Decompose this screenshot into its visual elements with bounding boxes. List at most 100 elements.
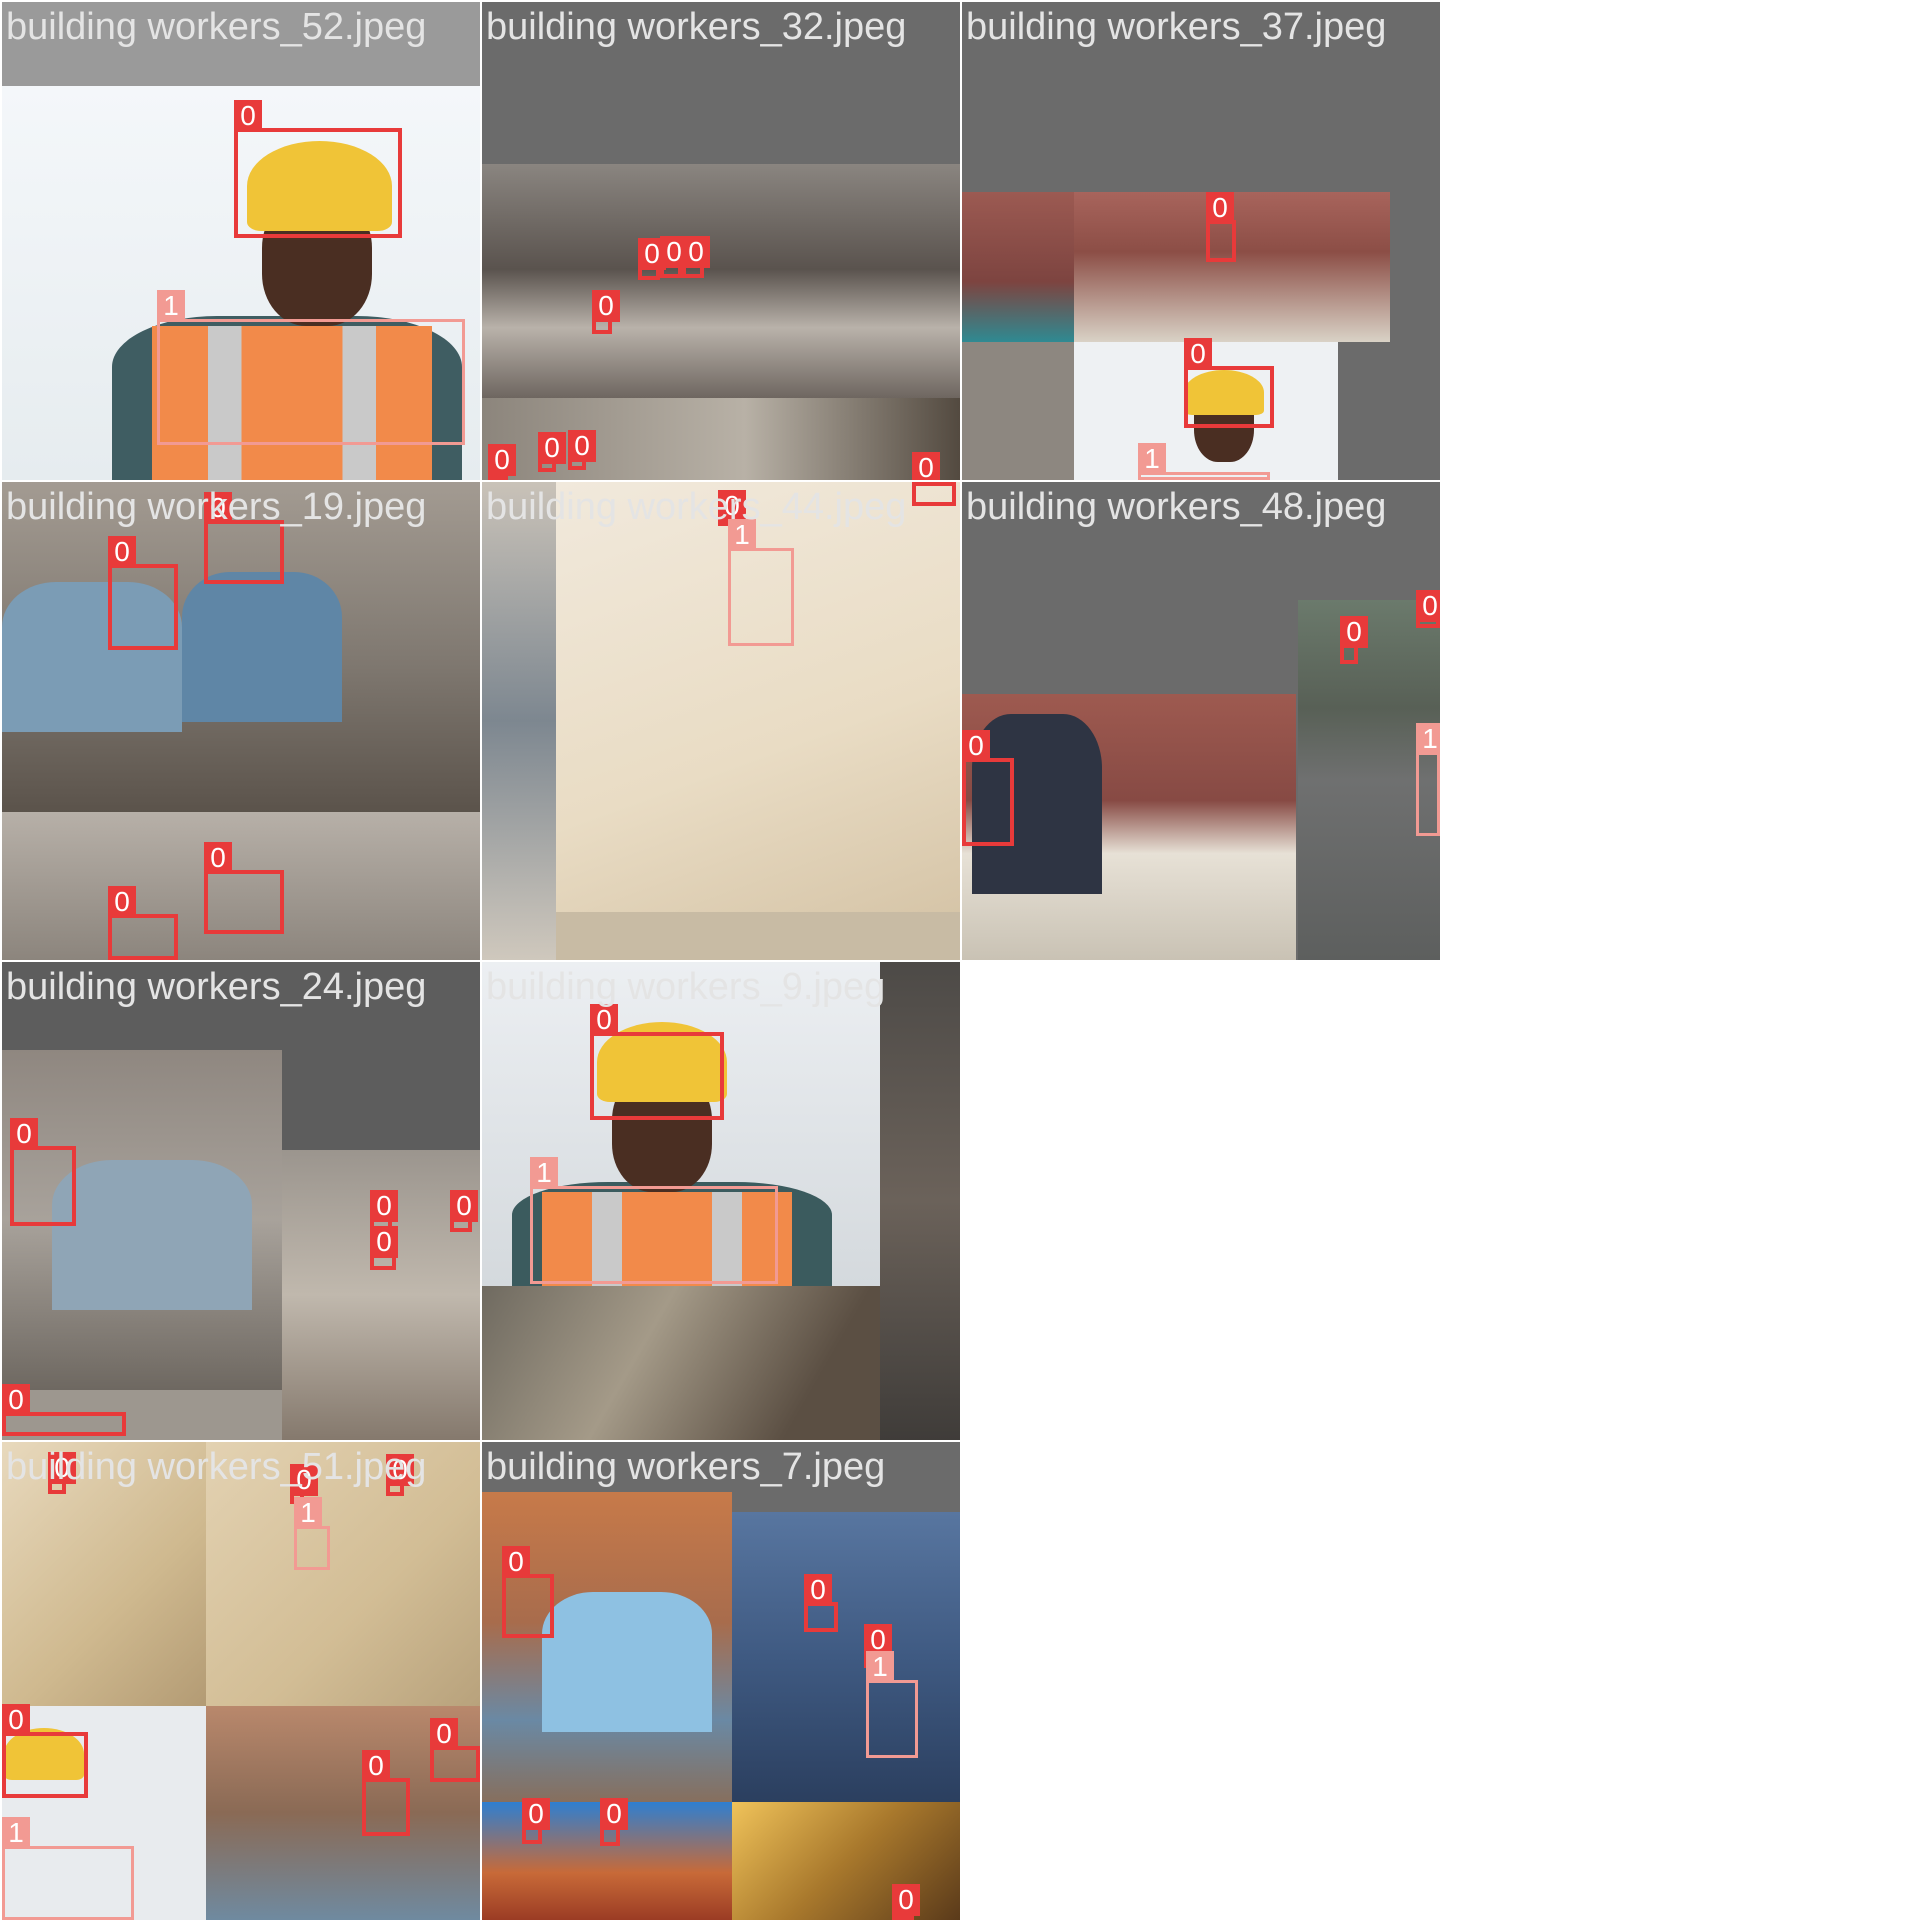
detection-label: 0 — [1184, 338, 1212, 370]
detection-label: 0 — [2, 1384, 30, 1416]
detection-box: 0 — [362, 1750, 410, 1836]
image-tile: building workers_37.jpeg 0 0 1 — [962, 2, 1440, 480]
image-tile: building workers_9.jpeg 0 1 — [482, 962, 960, 1440]
tile-caption: building workers_32.jpeg — [486, 6, 907, 48]
photo-saw-rooftop — [556, 482, 960, 912]
detection-box: 0 — [234, 100, 402, 238]
worker-shirt — [52, 1160, 252, 1310]
detection-box: 0 — [488, 444, 516, 480]
detection-label: 0 — [450, 1190, 478, 1222]
detection-box: 1 — [728, 519, 794, 646]
photo-worker-rebar — [482, 1492, 732, 1818]
detection-box: 1 — [866, 1651, 918, 1758]
detection-box: 0 — [370, 1226, 398, 1270]
tile-caption: building workers_44.jpeg — [486, 486, 907, 528]
detection-box: 0 — [430, 1718, 480, 1782]
detection-label: 0 — [912, 482, 940, 486]
detection-box: 0 — [962, 730, 1014, 846]
tile-caption: building workers_51.jpeg — [6, 1446, 427, 1488]
tile-caption: building workers_52.jpeg — [6, 6, 427, 48]
detection-label: 0 — [538, 432, 566, 464]
detection-label: 0 — [502, 1546, 530, 1578]
detection-box: 0 — [682, 236, 710, 278]
detection-box: 0 — [804, 1574, 838, 1632]
detection-box: 0 — [502, 1546, 554, 1638]
detection-box: 0 — [1340, 616, 1368, 664]
photo-roof-left — [962, 192, 1074, 342]
image-tile: building workers_24.jpeg 0 0 0 0 0 — [2, 962, 480, 1440]
detection-label: 0 — [592, 290, 620, 322]
detection-box: 0 — [638, 238, 666, 280]
photo-right-strip — [880, 962, 960, 1440]
detection-box: 0 — [522, 1798, 550, 1844]
detection-label: 1 — [294, 1497, 322, 1529]
image-tile: building workers_48.jpeg 0 0 1 0 — [962, 482, 1440, 960]
detection-box: 1 — [294, 1497, 330, 1570]
tile-caption: building workers_37.jpeg — [966, 6, 1387, 48]
detection-box: 1 — [157, 290, 465, 445]
worker-shirt — [542, 1592, 712, 1732]
detection-label: 0 — [1340, 616, 1368, 648]
detection-box: 0 — [912, 482, 956, 506]
detection-box: 0 — [2, 1384, 126, 1436]
image-tile: building workers_44.jpeg 0 1 0 — [482, 482, 960, 960]
detection-box: 0 — [892, 1884, 920, 1920]
detection-box: 1 — [530, 1157, 778, 1284]
detection-box: 0 — [592, 290, 620, 334]
detection-box: 0 — [1206, 192, 1236, 262]
detection-label: 0 — [108, 536, 136, 568]
detection-box: 0 — [108, 536, 178, 650]
image-tile: building workers_32.jpeg 0 0 0 0 0 0 0 0 — [482, 2, 960, 480]
detection-box: 0 — [660, 236, 688, 278]
detection-label: 0 — [682, 236, 710, 268]
photo-bottom-left — [962, 342, 1074, 480]
detection-label: 0 — [1416, 590, 1440, 622]
detection-label: 0 — [362, 1750, 390, 1782]
detection-box: 0 — [10, 1118, 76, 1226]
detection-label: 0 — [108, 886, 136, 918]
detection-label: 1 — [1416, 723, 1440, 755]
photo-city-rooftop — [482, 164, 960, 398]
detection-label: 1 — [530, 1157, 558, 1189]
detection-box: 0 — [1416, 590, 1440, 628]
detection-label: 0 — [912, 452, 940, 480]
image-tile: building workers_7.jpeg 0 0 0 1 0 0 0 — [482, 1442, 960, 1920]
detection-label: 0 — [2, 1704, 30, 1736]
detection-box: 0 — [2, 1704, 88, 1798]
detection-box: 1 — [2, 1817, 134, 1920]
detection-label: 0 — [568, 430, 596, 462]
tile-caption: building workers_19.jpeg — [6, 486, 427, 528]
detection-box: 0 — [600, 1798, 628, 1846]
detection-box: 0 — [568, 430, 596, 470]
detection-box: 0 — [1184, 338, 1274, 428]
detection-label: 0 — [204, 842, 232, 874]
tile-caption: building workers_9.jpeg — [486, 966, 886, 1008]
detection-box: 1 — [1416, 723, 1440, 836]
detection-box: 0 — [450, 1190, 478, 1232]
worker-shirt — [182, 572, 342, 722]
image-tile: building workers_51.jpeg 0 0 1 0 0 1 0 0 — [2, 1442, 480, 1920]
image-tile: building workers_52.jpeg 0 1 — [2, 2, 480, 480]
detection-label: 0 — [488, 444, 516, 476]
detection-label: 0 — [1206, 192, 1234, 224]
detection-label: 1 — [2, 1817, 30, 1849]
detection-label: 1 — [157, 290, 185, 322]
detection-box: 1 — [1138, 443, 1270, 480]
detection-box: 0 — [204, 842, 284, 934]
detection-label: 1 — [866, 1651, 894, 1683]
tile-caption: building workers_24.jpeg — [6, 966, 427, 1008]
detection-label: 0 — [234, 100, 262, 132]
detection-label: 0 — [962, 730, 990, 762]
photo-left-strip — [482, 482, 556, 960]
detection-label: 0 — [600, 1798, 628, 1830]
detection-label: 0 — [10, 1118, 38, 1150]
detection-label: 0 — [370, 1190, 398, 1222]
tile-caption: building workers_7.jpeg — [486, 1446, 886, 1488]
detection-box: 0 — [538, 432, 566, 472]
detection-label: 0 — [892, 1884, 920, 1916]
detection-box: 0 — [590, 1004, 724, 1120]
detection-label: 0 — [370, 1226, 398, 1258]
photo-bottom-strip — [556, 912, 960, 960]
tile-caption: building workers_48.jpeg — [966, 486, 1387, 528]
detection-label: 0 — [430, 1718, 458, 1750]
